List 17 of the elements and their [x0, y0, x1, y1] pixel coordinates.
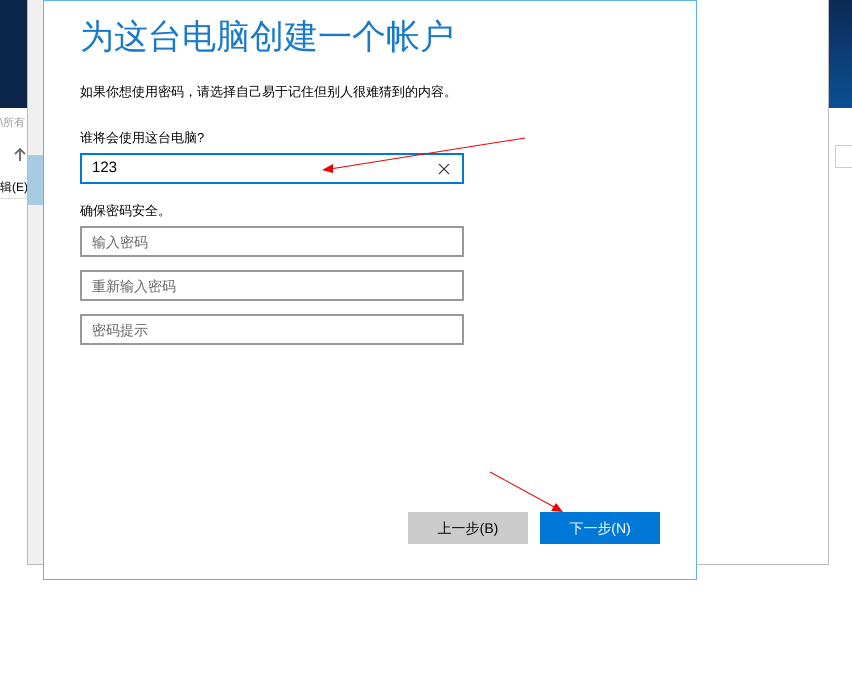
intro-text: 如果你想使用密码，请选择自己易于记住但别人很难猜到的内容。	[80, 83, 458, 101]
up-arrow-icon[interactable]	[14, 148, 26, 162]
dialog-title: 为这台电脑创建一个帐户	[80, 17, 455, 58]
sidebar-highlight	[28, 155, 44, 205]
path-text: \所有	[0, 116, 26, 130]
password-field[interactable]: 重新输入密码	[80, 270, 464, 301]
menu-text[interactable]: 辑(E)	[0, 179, 27, 195]
search-field[interactable]	[835, 145, 852, 168]
password-field[interactable]: 输入密码	[80, 226, 464, 257]
username-field[interactable]: 123	[80, 153, 464, 184]
next-button[interactable]: 下一步(N)	[540, 512, 660, 544]
field-value: 123	[92, 158, 118, 178]
password-field[interactable]: 密码提示	[80, 314, 464, 345]
user-label: 谁将会使用这台电脑?	[80, 129, 206, 147]
password-label: 确保密码安全。	[80, 202, 172, 220]
back-button[interactable]: 上一步(B)	[408, 512, 528, 544]
clear-icon[interactable]	[438, 162, 450, 174]
